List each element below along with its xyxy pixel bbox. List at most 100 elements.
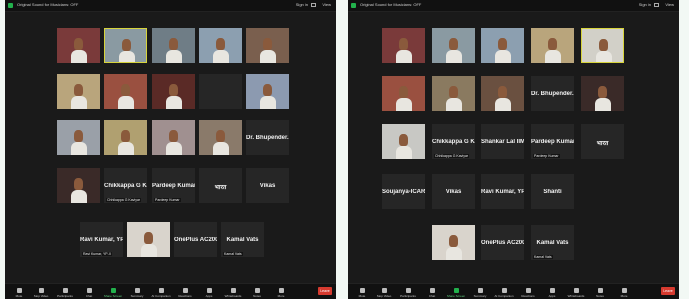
notes-icon bbox=[597, 288, 603, 293]
participant-tile[interactable] bbox=[152, 28, 195, 63]
participant-tile[interactable] bbox=[481, 76, 524, 111]
participant-tile[interactable]: Shanti bbox=[531, 174, 574, 209]
sign-in-link[interactable]: Sign in bbox=[639, 2, 651, 7]
participant-video-body bbox=[446, 247, 462, 260]
participant-tile[interactable]: Dr. Bhupender... bbox=[531, 76, 574, 111]
toolbar-chat-button[interactable]: Chat bbox=[79, 288, 99, 298]
participant-tile[interactable] bbox=[246, 74, 289, 109]
top-bar: Original Sound for Musicians: OFF Sign i… bbox=[348, 0, 679, 12]
mute-icon bbox=[16, 288, 22, 293]
toolbar-reactions-button[interactable]: Reactions bbox=[175, 288, 195, 298]
toolbar-chat-button[interactable]: Chat bbox=[422, 288, 442, 298]
toolbar-summary-button[interactable]: Summary bbox=[470, 288, 490, 298]
participant-tile[interactable]: Shankar Lal IIMR bbox=[481, 124, 524, 159]
toolbar-notes-button[interactable]: Notes bbox=[590, 288, 610, 298]
participant-tile[interactable]: Chikkappa G Ka... Chhikappa G Kaviyar bbox=[432, 124, 475, 159]
zoom-window-left: Original Sound for Musicians: OFF Sign i… bbox=[5, 0, 336, 299]
participant-tile[interactable] bbox=[57, 120, 100, 155]
participant-tile[interactable] bbox=[382, 124, 425, 159]
toolbar-reactions-button[interactable]: Reactions bbox=[518, 288, 538, 298]
participant-tile[interactable]: Pardeep Kumar Pardeep Kumar bbox=[531, 124, 574, 159]
summary-icon bbox=[477, 288, 483, 293]
view-button[interactable]: View bbox=[322, 2, 331, 7]
participant-tile[interactable] bbox=[432, 28, 475, 63]
participant-tile[interactable] bbox=[581, 28, 624, 63]
toolbar-more-button[interactable]: More bbox=[614, 288, 634, 298]
participant-video-face bbox=[599, 39, 608, 51]
toolbar-participants-button[interactable]: Participants bbox=[398, 288, 418, 298]
participant-tile[interactable] bbox=[199, 120, 242, 155]
participant-tile[interactable] bbox=[57, 168, 100, 203]
toolbar-apps-button[interactable]: Apps bbox=[199, 288, 219, 298]
toolbar-apps-button[interactable]: Apps bbox=[542, 288, 562, 298]
chat-icon bbox=[429, 288, 435, 293]
participant-tile[interactable] bbox=[104, 74, 147, 109]
participant-tile[interactable] bbox=[57, 28, 100, 63]
toolbar-summary-button[interactable]: Summary bbox=[127, 288, 147, 298]
toolbar-whiteboards-button[interactable]: Whiteboards bbox=[566, 288, 586, 298]
gallery-view-icon[interactable] bbox=[311, 3, 316, 7]
participant-tile[interactable]: Kamal Vats Kamal Vats bbox=[531, 225, 574, 260]
participant-tile[interactable] bbox=[199, 74, 242, 109]
participant-tile[interactable]: Ravi Kumar, YP-II Ravi Kumar, YP-II bbox=[80, 222, 123, 257]
ai-companion-icon bbox=[158, 288, 164, 293]
toolbar-label: AI Companion bbox=[494, 294, 514, 298]
original-sound-label[interactable]: Original Sound for Musicians: OFF bbox=[17, 2, 78, 7]
leave-button[interactable]: Leave bbox=[661, 287, 675, 295]
participant-tile[interactable] bbox=[481, 28, 524, 63]
participant-tile[interactable] bbox=[581, 76, 624, 111]
participant-tile[interactable]: Vikas bbox=[432, 174, 475, 209]
participant-tile[interactable]: Dr. Bhupender... bbox=[246, 120, 289, 155]
participant-video-body bbox=[71, 50, 87, 63]
participant-tile[interactable]: Vikas bbox=[246, 168, 289, 203]
participant-tile[interactable] bbox=[382, 28, 425, 63]
participant-video-body bbox=[213, 142, 229, 155]
participant-tile[interactable] bbox=[127, 222, 170, 257]
toolbar-participants-button[interactable]: Participants bbox=[55, 288, 75, 298]
toolbar-label: Reactions bbox=[178, 294, 192, 298]
participant-tile[interactable] bbox=[152, 120, 195, 155]
participant-tile[interactable] bbox=[432, 76, 475, 111]
participant-tile[interactable]: OnePlus AC2001 bbox=[174, 222, 217, 257]
gallery-view-icon[interactable] bbox=[654, 3, 659, 7]
toolbar-stop-video-button[interactable]: Stop Video bbox=[374, 288, 394, 298]
participant-video-face bbox=[449, 235, 458, 247]
toolbar-more-button[interactable]: More bbox=[271, 288, 291, 298]
toolbar-ai-companion-button[interactable]: AI Companion bbox=[151, 288, 171, 298]
toolbar-notes-button[interactable]: Notes bbox=[247, 288, 267, 298]
original-sound-label[interactable]: Original Sound for Musicians: OFF bbox=[360, 2, 421, 7]
shield-icon[interactable] bbox=[351, 3, 356, 8]
toolbar-ai-companion-button[interactable]: AI Companion bbox=[494, 288, 514, 298]
participant-tile[interactable] bbox=[531, 28, 574, 63]
participant-tile[interactable] bbox=[104, 28, 147, 63]
participant-tile[interactable] bbox=[152, 74, 195, 109]
participant-tile[interactable] bbox=[382, 76, 425, 111]
view-button[interactable]: View bbox=[665, 2, 674, 7]
participant-tile[interactable]: Soujanya-ICAR-... bbox=[382, 174, 425, 209]
participant-video-face bbox=[399, 86, 408, 98]
participant-tile[interactable]: भारत bbox=[199, 168, 242, 203]
toolbar-share-screen-button[interactable]: Share Screen bbox=[103, 288, 123, 298]
participant-tile[interactable]: Kamal Vats Kamal Vats bbox=[221, 222, 264, 257]
participant-tile[interactable]: Pardeep Kumar Pardeep Kumar bbox=[152, 168, 195, 203]
participant-tile[interactable] bbox=[104, 120, 147, 155]
leave-button[interactable]: Leave bbox=[318, 287, 332, 295]
toolbar-whiteboards-button[interactable]: Whiteboards bbox=[223, 288, 243, 298]
shield-icon[interactable] bbox=[8, 3, 13, 8]
participant-tile[interactable]: भारत bbox=[581, 124, 624, 159]
sign-in-link[interactable]: Sign in bbox=[296, 2, 308, 7]
toolbar-mute-button[interactable]: Mute bbox=[352, 288, 372, 298]
toolbar-mute-button[interactable]: Mute bbox=[9, 288, 29, 298]
participant-tile[interactable] bbox=[432, 225, 475, 260]
participant-tile[interactable]: Chikkappa G Ka... Chhikappa G Kaviyar bbox=[104, 168, 147, 203]
participant-video-body bbox=[260, 96, 276, 109]
participant-tile[interactable]: OnePlus AC2001 bbox=[481, 225, 524, 260]
reactions-icon bbox=[525, 288, 531, 293]
toolbar-stop-video-button[interactable]: Stop Video bbox=[31, 288, 51, 298]
participant-tile[interactable]: Ravi Kumar, YP-II bbox=[481, 174, 524, 209]
participant-tile[interactable] bbox=[199, 28, 242, 63]
participant-tile[interactable] bbox=[246, 28, 289, 63]
toolbar-share-screen-button[interactable]: Share Screen bbox=[446, 288, 466, 298]
participant-display-name: OnePlus AC2001 bbox=[481, 239, 524, 246]
participant-tile[interactable] bbox=[57, 74, 100, 109]
